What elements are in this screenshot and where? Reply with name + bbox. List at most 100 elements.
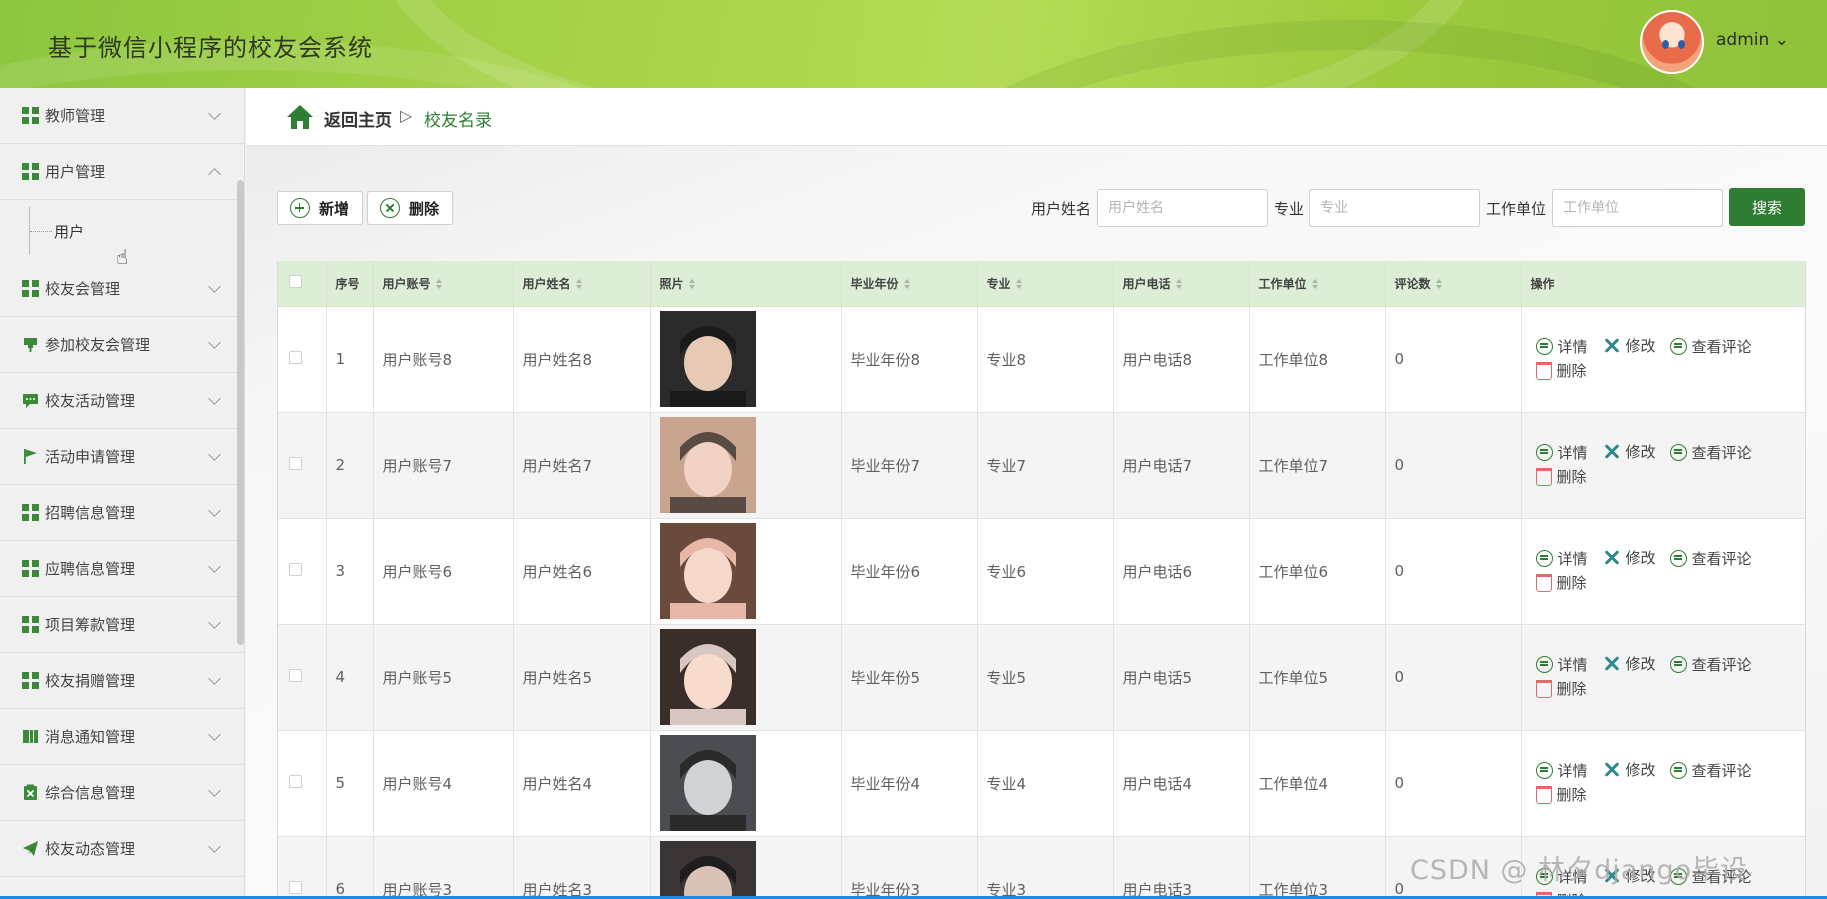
delete-button[interactable]: 删除 (367, 191, 453, 225)
cell-year: 毕业年份8 (841, 306, 978, 413)
view-comments-button[interactable]: 查看评论 (1669, 759, 1752, 783)
row-select-cell[interactable] (278, 412, 327, 519)
sidebar-item-alumni-activity[interactable]: 校友活动管理 (0, 373, 245, 429)
column-header[interactable]: 工作单位 (1249, 261, 1386, 307)
row-delete-button[interactable]: 删除 (1535, 783, 1587, 807)
delete-button-label: 删除 (409, 199, 440, 218)
sort-icon[interactable] (1175, 279, 1182, 290)
user-photo[interactable] (659, 523, 756, 619)
user-photo[interactable] (659, 311, 756, 407)
sort-icon[interactable] (903, 279, 910, 290)
edit-button[interactable]: 修改 (1602, 440, 1656, 464)
user-photo[interactable] (659, 417, 756, 513)
detail-button[interactable]: 详情 (1535, 653, 1588, 677)
top-header: 基于微信小程序的校友会系统 admin ⌄ (0, 0, 1827, 88)
row-checkbox[interactable] (289, 563, 302, 576)
column-header[interactable]: 用户电话 (1113, 261, 1250, 307)
view-comments-button[interactable]: 查看评论 (1669, 653, 1752, 677)
table-row[interactable]: 5 用户账号4 用户姓名4 毕业年份4 专业4 用户电话4 工作单位4 0 详情 修改 查看评论 删除 (278, 730, 1805, 837)
user-photo[interactable] (659, 735, 756, 831)
cell-photo (650, 624, 842, 731)
row-delete-button[interactable]: 删除 (1535, 677, 1587, 701)
row-checkbox[interactable] (289, 669, 302, 682)
row-checkbox[interactable] (289, 457, 302, 470)
sidebar-item-job-application[interactable]: 应聘信息管理 (0, 541, 245, 597)
chevron-down-icon (208, 504, 221, 517)
row-select-cell[interactable] (278, 306, 327, 413)
home-icon[interactable] (286, 104, 314, 130)
sort-icon[interactable] (1311, 279, 1318, 290)
user-photo[interactable] (659, 629, 756, 725)
user-menu[interactable]: admin ⌄ (1716, 30, 1789, 50)
row-select-cell[interactable] (278, 624, 327, 731)
sidebar-item-fundraising[interactable]: 项目筹款管理 (0, 597, 245, 653)
sort-icon[interactable] (688, 279, 695, 290)
sidebar-item-donation[interactable]: 校友捐赠管理 (0, 653, 245, 709)
column-header[interactable]: 评论数 (1385, 261, 1522, 307)
table-row[interactable]: 3 用户账号6 用户姓名6 毕业年份6 专业6 用户电话6 工作单位6 0 详情 修改 查看评论 删除 (278, 518, 1805, 625)
view-comments-button[interactable]: 查看评论 (1669, 441, 1752, 465)
sidebar-item-activity-application[interactable]: 活动申请管理 (0, 429, 245, 485)
row-delete-button[interactable]: 删除 (1535, 465, 1587, 489)
column-header-label: 工作单位 (1258, 276, 1307, 291)
sidebar-item-join-association[interactable]: 参加校友会管理 (0, 317, 245, 373)
search-button[interactable]: 搜索 (1729, 188, 1805, 226)
detail-label: 详情 (1557, 761, 1588, 780)
table-row[interactable]: 1 用户账号8 用户姓名8 毕业年份8 专业8 用户电话8 工作单位8 0 详情 修改 查看评论 删除 (278, 306, 1805, 413)
edit-button[interactable]: 修改 (1602, 758, 1656, 782)
edit-button[interactable]: 修改 (1602, 652, 1656, 676)
select-all-checkbox[interactable] (289, 275, 302, 289)
table-row[interactable]: 2 用户账号7 用户姓名7 毕业年份7 专业7 用户电话7 工作单位7 0 详情 修改 查看评论 删除 (278, 412, 1805, 519)
sidebar-item-notification[interactable]: 消息通知管理 (0, 709, 245, 765)
add-button[interactable]: 新增 (277, 191, 363, 225)
sort-icon[interactable] (575, 279, 582, 290)
column-header[interactable]: 用户姓名 (513, 261, 651, 307)
detail-button[interactable]: 详情 (1535, 547, 1588, 571)
sidebar-item-general-info[interactable]: 综合信息管理 (0, 765, 245, 821)
column-header[interactable]: 专业 (977, 261, 1114, 307)
edit-button[interactable]: 修改 (1602, 334, 1656, 358)
edit-button[interactable]: 修改 (1602, 546, 1656, 570)
avatar[interactable] (1640, 10, 1704, 74)
user-photo[interactable] (659, 841, 756, 899)
filter-name-input[interactable] (1097, 189, 1268, 227)
row-checkbox[interactable] (289, 351, 302, 364)
detail-icon (1535, 444, 1553, 462)
sidebar-item-label: 项目筹款管理 (45, 616, 136, 634)
row-select-cell[interactable] (278, 730, 327, 837)
sidebar-item-alumni-association[interactable]: 校友会管理 (0, 261, 245, 317)
sidebar-item-alumni-news[interactable]: 校友动态管理 (0, 821, 245, 877)
row-select-cell[interactable] (278, 518, 327, 625)
detail-button[interactable]: 详情 (1535, 335, 1588, 359)
sidebar-item-user[interactable]: 用户管理 (0, 144, 245, 200)
column-header[interactable]: 照片 (650, 261, 842, 307)
sidebar-item-teacher[interactable]: 教师管理 (0, 88, 245, 144)
column-header[interactable]: 毕业年份 (841, 261, 978, 307)
select-all-cell[interactable] (278, 261, 327, 307)
chevron-down-icon (208, 107, 221, 120)
filter-major-input[interactable] (1309, 189, 1480, 227)
sort-icon[interactable] (435, 279, 442, 290)
breadcrumb-home-link[interactable]: 返回主页 (324, 106, 392, 131)
row-delete-button[interactable]: 删除 (1535, 571, 1587, 595)
row-select-cell[interactable] (278, 836, 327, 899)
table-row[interactable]: 4 用户账号5 用户姓名5 毕业年份5 专业5 用户电话5 工作单位5 0 详情 修改 查看评论 删除 (278, 624, 1805, 731)
trash-icon (1535, 362, 1552, 381)
sidebar-item-recruitment[interactable]: 招聘信息管理 (0, 485, 245, 541)
detail-button[interactable]: 详情 (1535, 441, 1588, 465)
view-comments-button[interactable]: 查看评论 (1669, 335, 1752, 359)
edit-label: 修改 (1625, 654, 1656, 673)
chevron-down-icon (208, 560, 221, 573)
filter-work-input[interactable] (1552, 189, 1723, 227)
detail-button[interactable]: 详情 (1535, 759, 1588, 783)
trash-icon (1535, 468, 1552, 487)
row-delete-button[interactable]: 删除 (1535, 359, 1587, 383)
sort-icon[interactable] (1435, 279, 1442, 290)
view-comments-button[interactable]: 查看评论 (1669, 547, 1752, 571)
app-title: 基于微信小程序的校友会系统 (48, 34, 373, 62)
sort-icon[interactable] (1015, 279, 1022, 290)
sidebar-scrollbar[interactable] (237, 180, 244, 645)
column-header[interactable]: 用户账号 (373, 261, 514, 307)
row-checkbox[interactable] (289, 775, 302, 788)
row-checkbox[interactable] (289, 881, 302, 894)
